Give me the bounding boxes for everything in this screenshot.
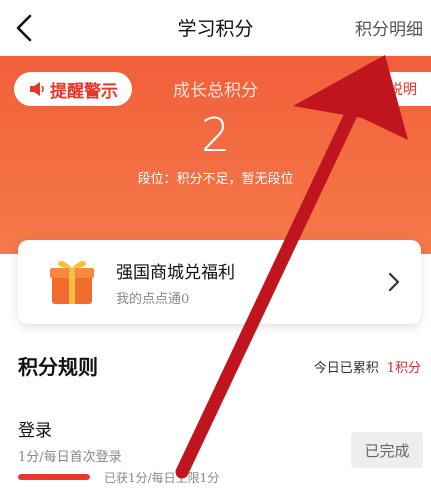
points-header: 提醒警示 成长总积分 2 段位：积分不足，暂无段位 说明 xyxy=(0,56,431,254)
mall-card-title: 强国商城兑福利 xyxy=(116,263,235,283)
login-progress-bar xyxy=(18,474,90,480)
explain-button[interactable]: 说明 xyxy=(375,72,431,106)
nav-bar: 学习积分 积分明细 xyxy=(0,0,431,56)
rank-text: 段位：积分不足，暂无段位 xyxy=(137,172,294,187)
chevron-right-icon xyxy=(388,272,400,292)
login-rule-title: 登录 xyxy=(18,421,52,441)
total-points-value: 2 xyxy=(200,108,231,162)
login-rule-subtitle: 1分/每日首次登录 xyxy=(18,450,122,465)
completed-button[interactable]: 已完成 xyxy=(351,432,423,468)
points-detail-link[interactable]: 积分明细 xyxy=(355,15,423,40)
gift-icon xyxy=(50,260,94,304)
login-progress-fill xyxy=(18,474,90,480)
today-label: 今日已累积 xyxy=(313,361,379,376)
today-points: 今日已累积 1积分 xyxy=(314,357,421,376)
total-points-label: 成长总积分 xyxy=(173,81,258,101)
mall-card[interactable]: 强国商城兑福利 我的点点通0 xyxy=(18,240,421,324)
rules-title: 积分规则 xyxy=(18,355,98,379)
today-points-value: 1积分 xyxy=(386,361,421,376)
mall-card-subtitle: 我的点点通0 xyxy=(116,292,190,307)
login-progress-text: 已获1分/每日上限1分 xyxy=(104,471,220,485)
